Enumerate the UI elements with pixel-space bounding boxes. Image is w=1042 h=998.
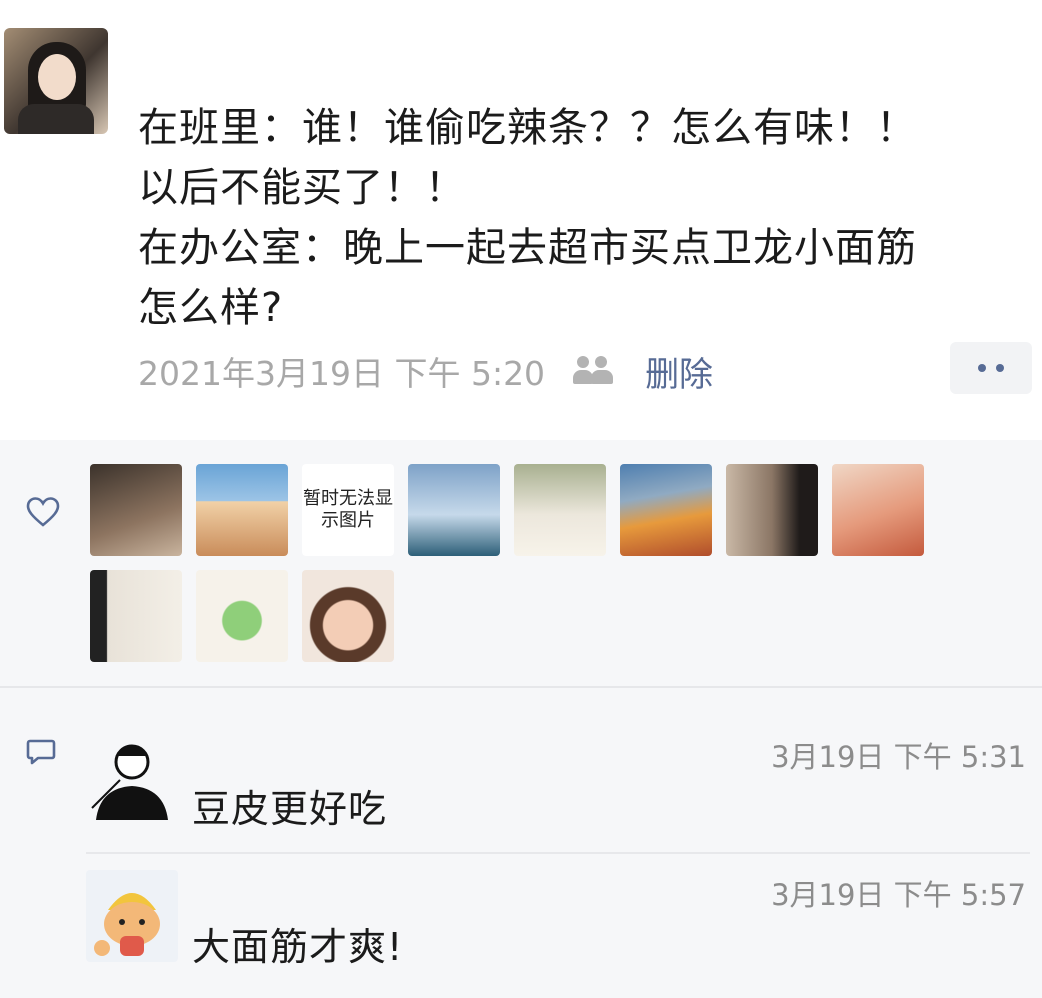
comment-item[interactable]: 3月19日 下午 5:31 豆皮更好吃 — [86, 732, 1026, 832]
friends-icon — [573, 356, 615, 386]
more-button[interactable] — [950, 342, 1032, 394]
moment-post: 在班里：谁！谁偷吃辣条？？怎么有味！！ 以后不能买了！！ 在办公室：晚上一起去超… — [0, 0, 1042, 440]
heart-icon — [26, 497, 60, 527]
like-avatar[interactable] — [620, 464, 712, 556]
like-avatar[interactable] — [196, 570, 288, 662]
like-avatar[interactable] — [514, 464, 606, 556]
comment-timestamp: 3月19日 下午 5:31 — [771, 740, 1026, 774]
commenter-avatar-drawing — [91, 744, 168, 820]
like-avatar[interactable] — [832, 464, 924, 556]
likes-section: 暂时无法显示图片 — [0, 440, 1042, 686]
like-avatar[interactable]: 暂时无法显示图片 — [302, 464, 394, 556]
like-avatar[interactable] — [302, 570, 394, 662]
comment-text: 豆皮更好吃 — [192, 787, 388, 831]
comment-item[interactable]: 3月19日 下午 5:57 大面筋才爽! — [86, 870, 1026, 970]
interactions-panel: 暂时无法显示图片 3月19日 下午 5:31 豆皮更好吃 3月19日 下午 5:… — [0, 440, 1042, 998]
author-avatar[interactable] — [4, 28, 108, 134]
like-avatar[interactable] — [408, 464, 500, 556]
post-line: 在办公室：晚上一起去超市买点卫龙小面筋 — [138, 225, 917, 271]
delete-link[interactable]: 删除 — [645, 347, 713, 396]
comment-timestamp: 3月19日 下午 5:57 — [771, 878, 1026, 912]
image-unavailable-text: 暂时无法显示图片 — [302, 464, 394, 556]
like-avatar[interactable] — [196, 464, 288, 556]
comment-divider — [86, 852, 1030, 854]
like-avatar[interactable] — [90, 570, 182, 662]
commenter-avatar-drawing — [94, 893, 160, 956]
post-text: 在班里：谁！谁偷吃辣条？？怎么有味！！ 以后不能买了！！ 在办公室：晚上一起去超… — [138, 98, 1018, 338]
more-dots-icon — [978, 364, 986, 372]
comment-text: 大面筋才爽! — [192, 925, 404, 969]
post-line: 以后不能买了！！ — [138, 165, 466, 211]
likes-comments-divider — [0, 686, 1042, 688]
post-meta: 2021年3月19日 下午 5:20 删除 — [138, 346, 713, 396]
post-timestamp: 2021年3月19日 下午 5:20 — [138, 354, 546, 393]
like-avatar[interactable] — [90, 464, 182, 556]
commenter-avatar[interactable] — [86, 732, 178, 824]
comment-icon — [26, 739, 56, 765]
commenter-avatar[interactable] — [86, 870, 178, 962]
post-line: 在班里：谁！谁偷吃辣条？？怎么有味！！ — [138, 105, 917, 151]
like-avatar[interactable] — [726, 464, 818, 556]
post-line: 怎么样? — [138, 285, 284, 331]
